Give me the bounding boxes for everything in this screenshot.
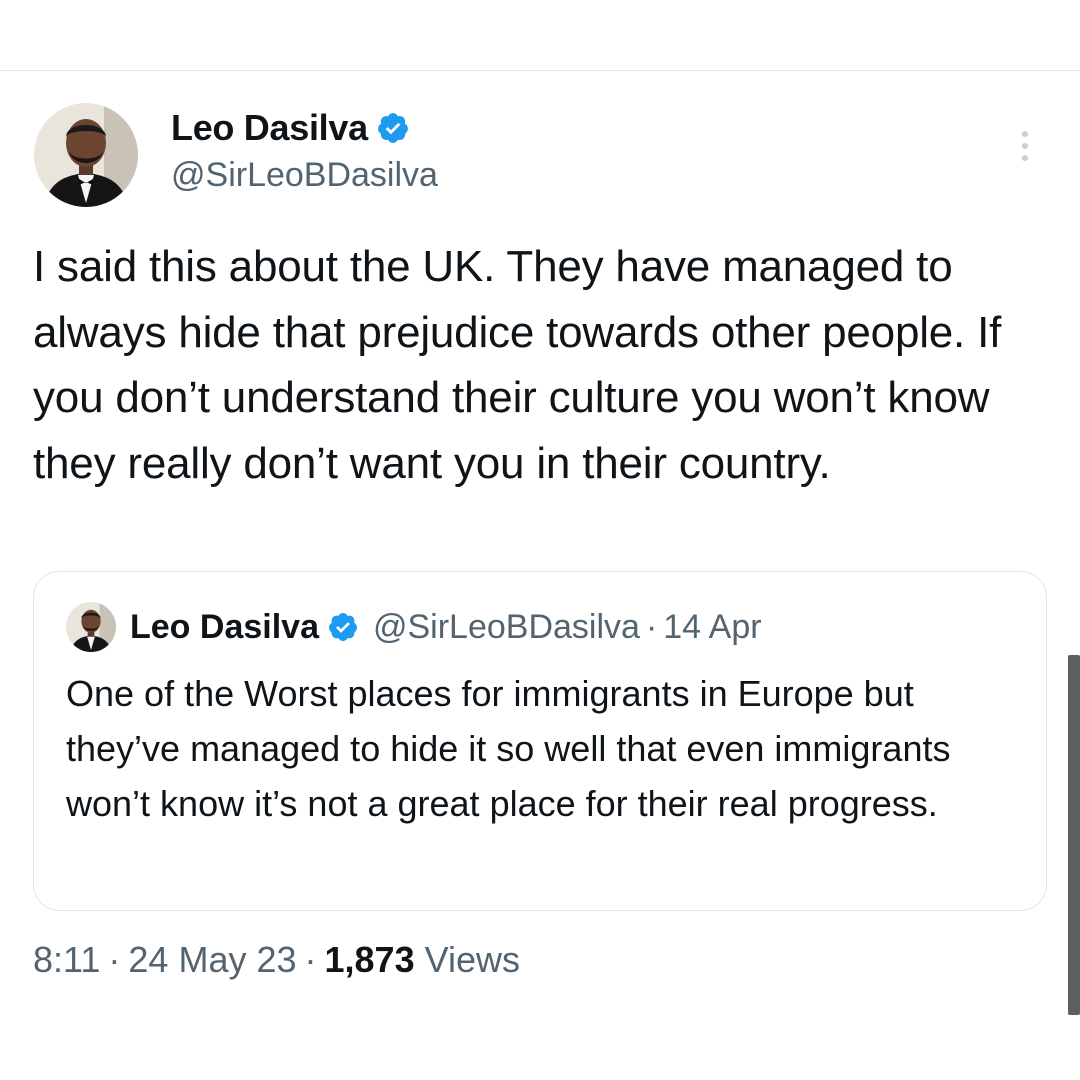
tweet-text: I said this about the UK. They have mana… — [33, 242, 1002, 488]
verified-badge-icon — [327, 611, 359, 643]
more-vertical-icon-dot — [1022, 143, 1028, 149]
tweet-time[interactable]: 8:11 — [33, 939, 100, 981]
more-options-button[interactable] — [1010, 126, 1040, 166]
author-avatar[interactable] — [34, 103, 138, 207]
quoted-separator: · — [645, 607, 658, 646]
meta-separator-2: · — [304, 939, 317, 980]
quoted-author-handle[interactable]: @SirLeoBDasilva — [373, 608, 640, 647]
verified-badge-icon[interactable] — [376, 111, 410, 145]
quoted-tweet-text: One of the Worst places for immigrants i… — [66, 673, 951, 824]
more-vertical-icon-dot — [1022, 155, 1028, 161]
author-name-row: Leo Dasilva — [171, 104, 410, 152]
more-vertical-icon — [1022, 131, 1028, 137]
quoted-author-name[interactable]: Leo Dasilva — [130, 608, 319, 647]
tweet-screen: Leo Dasilva @SirLeoBDasilva I said this … — [0, 0, 1080, 1080]
tweet-date[interactable]: 24 May 23 — [128, 939, 296, 981]
scrollbar-thumb[interactable] — [1068, 655, 1080, 1015]
quoted-author-avatar[interactable] — [66, 602, 116, 652]
views-label: Views — [424, 939, 520, 980]
author-name[interactable]: Leo Dasilva — [171, 107, 368, 149]
author-handle[interactable]: @SirLeoBDasilva — [171, 156, 438, 195]
quoted-tweet-header: Leo Dasilva @SirLeoBDasilva · 14 Apr — [66, 602, 762, 652]
top-divider — [0, 70, 1080, 71]
views-count: 1,873 — [324, 939, 415, 980]
meta-separator: · — [108, 939, 121, 980]
quoted-tweet-card[interactable]: Leo Dasilva @SirLeoBDasilva · 14 Apr One… — [33, 571, 1047, 911]
quoted-tweet-date[interactable]: 14 Apr — [663, 608, 761, 647]
tweet-meta-row: 8:11 · 24 May 23 · 1,873 Views — [33, 934, 520, 986]
